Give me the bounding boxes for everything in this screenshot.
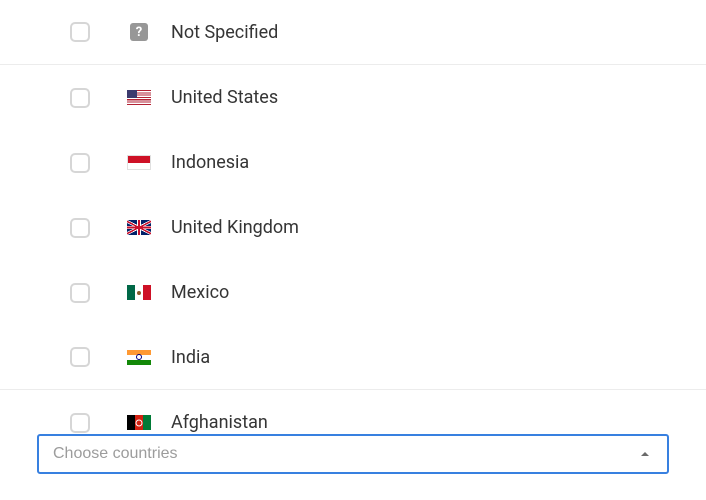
question-icon: ?	[130, 23, 148, 41]
checkbox[interactable]	[70, 88, 90, 108]
checkbox[interactable]	[70, 413, 90, 433]
checkbox[interactable]	[70, 218, 90, 238]
flag-indonesia-icon	[127, 155, 151, 171]
flag-mexico-icon	[127, 285, 151, 301]
unknown-flag-icon: ?	[127, 24, 151, 40]
country-label: United Kingdom	[171, 217, 299, 238]
checkbox[interactable]	[70, 347, 90, 367]
country-option-us[interactable]: United States	[0, 65, 706, 130]
flag-afghanistan-icon	[127, 415, 151, 431]
caret-up-icon[interactable]	[637, 446, 653, 462]
country-label: Indonesia	[171, 152, 249, 173]
checkbox[interactable]	[70, 153, 90, 173]
country-options-list: ? Not Specified United States Indonesia …	[0, 0, 706, 455]
country-option-id[interactable]: Indonesia	[0, 130, 706, 195]
flag-india-icon	[127, 349, 151, 365]
country-option-mx[interactable]: Mexico	[0, 260, 706, 325]
country-label: Afghanistan	[171, 412, 268, 433]
checkbox[interactable]	[70, 283, 90, 303]
country-label: Mexico	[171, 282, 229, 303]
checkbox[interactable]	[70, 22, 90, 42]
country-option-gb[interactable]: United Kingdom	[0, 195, 706, 260]
country-option-not-specified[interactable]: ? Not Specified	[0, 0, 706, 65]
country-search-input[interactable]	[53, 445, 637, 463]
flag-united-states-icon	[127, 90, 151, 106]
country-label: India	[171, 347, 210, 368]
country-multiselect-panel: ? Not Specified United States Indonesia …	[0, 0, 706, 500]
country-option-in[interactable]: India	[0, 325, 706, 390]
country-label: Not Specified	[171, 22, 278, 43]
country-label: United States	[171, 87, 278, 108]
flag-united-kingdom-icon	[127, 220, 151, 236]
country-combobox[interactable]	[37, 434, 669, 474]
